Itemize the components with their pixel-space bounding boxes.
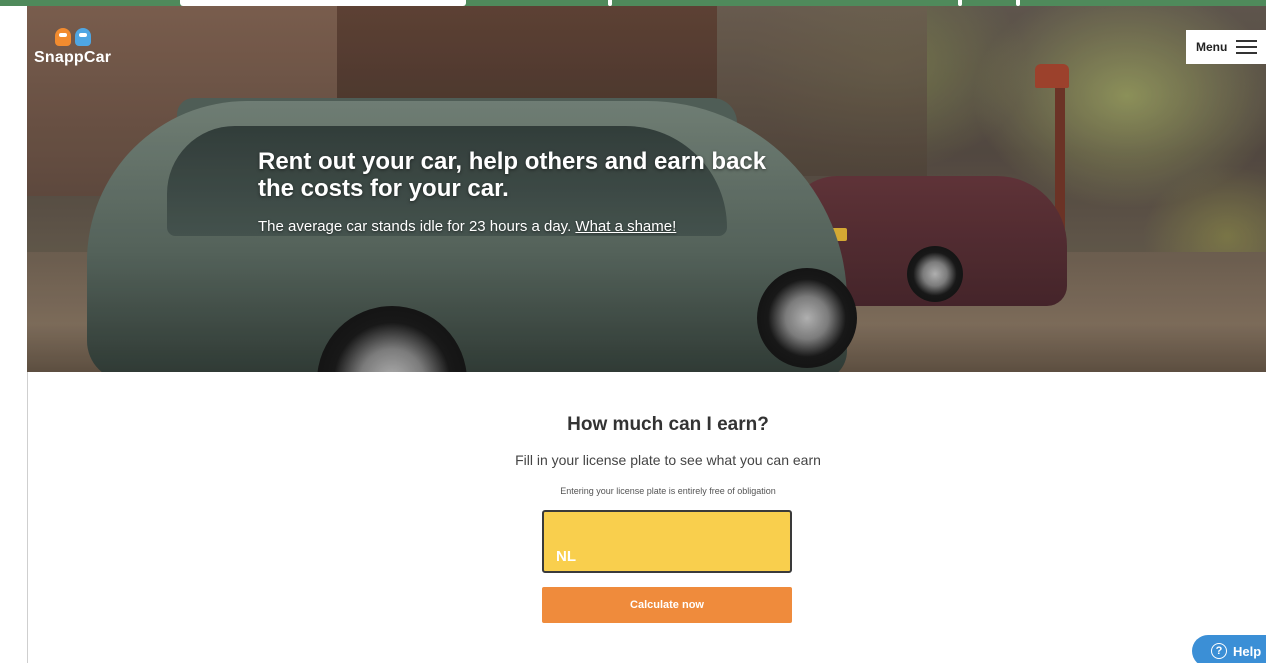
earn-subtitle: Fill in your license plate to see what y…: [515, 452, 821, 468]
menu-button[interactable]: Menu: [1186, 30, 1266, 64]
menu-label: Menu: [1196, 40, 1228, 54]
calculate-button[interactable]: Calculate now: [542, 587, 792, 623]
logo-wordmark: SnappCar: [34, 49, 112, 66]
hamburger-icon: [1236, 40, 1258, 54]
earn-note: Entering your license plate is entirely …: [560, 486, 776, 496]
orange-mascot-icon: [54, 28, 71, 46]
hero-title: Rent out your car, help others and earn …: [258, 148, 767, 202]
earn-title: How much can I earn?: [567, 414, 769, 435]
hero-subtitle-link[interactable]: What a shame!: [575, 218, 676, 235]
eu-stars-icon: [555, 518, 577, 540]
mascot-icon: [54, 28, 91, 48]
hero-subtitle: The average car stands idle for 23 hours…: [258, 218, 676, 235]
license-plate-field[interactable]: NL: [542, 510, 792, 573]
hero-subtitle-text: The average car stands idle for 23 hours…: [258, 218, 576, 235]
question-circle-icon: ?: [1211, 643, 1227, 659]
help-label: Help: [1233, 643, 1262, 659]
snappcar-logo[interactable]: SnappCar: [34, 28, 111, 67]
country-code: NL: [556, 548, 576, 565]
help-button[interactable]: ? Help: [1192, 635, 1266, 663]
blue-mascot-icon: [74, 28, 91, 46]
